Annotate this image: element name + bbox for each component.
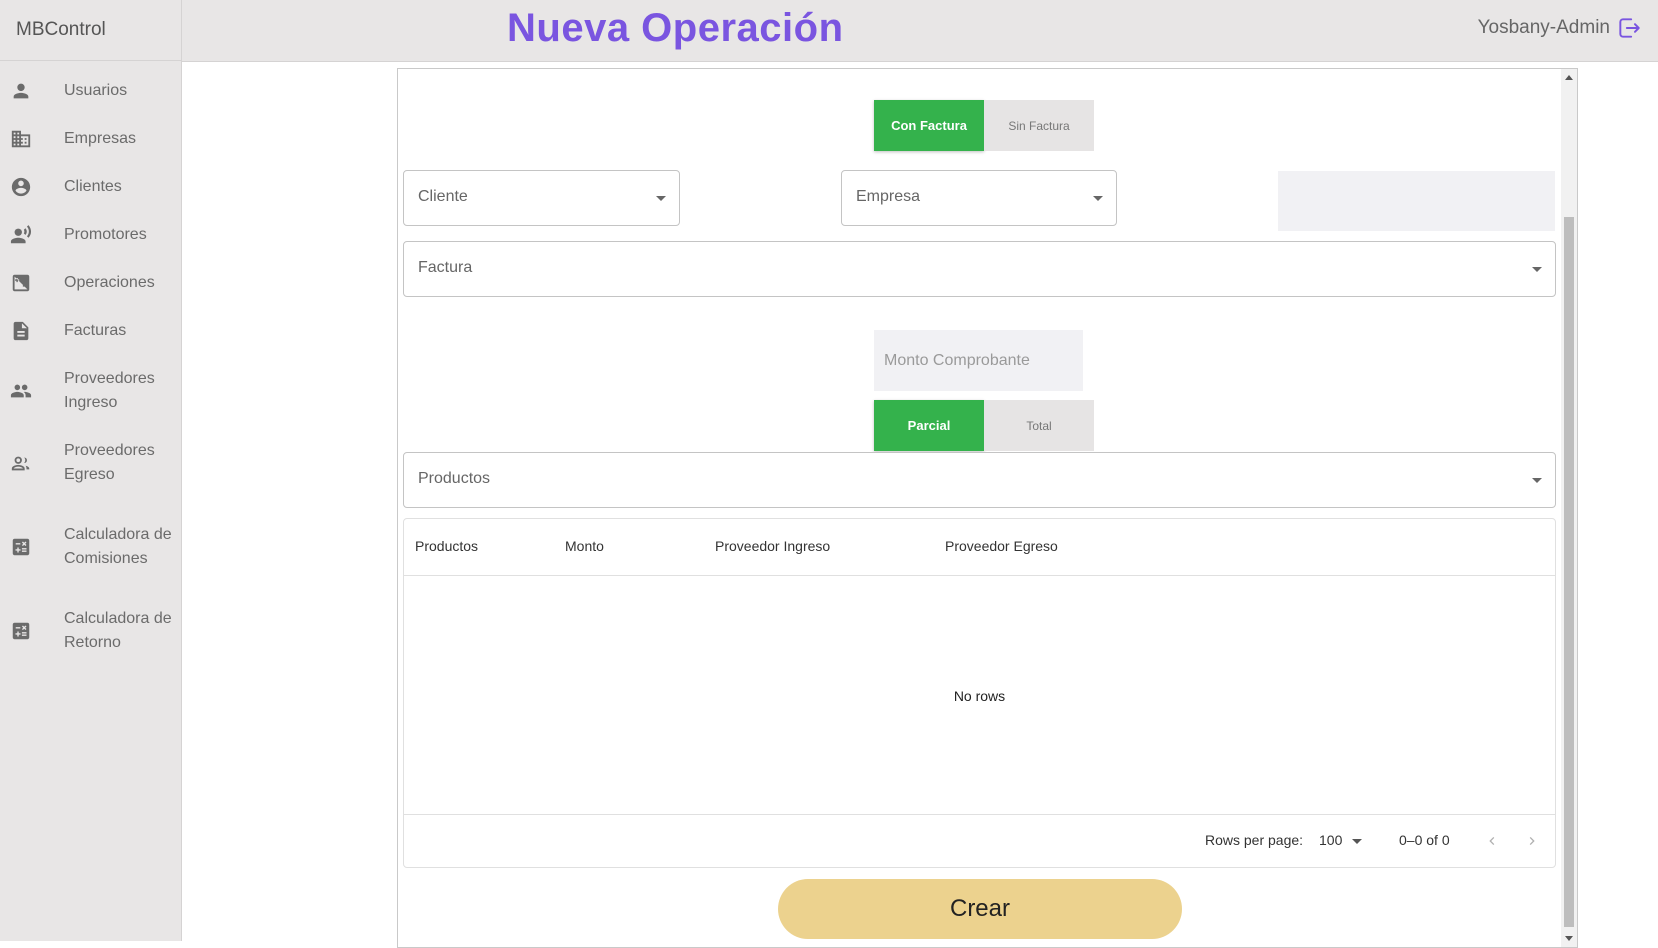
productos-select-label: Productos [418, 470, 491, 487]
sidebar-item-label: Proveedores Egreso [64, 442, 155, 483]
column-header-productos[interactable]: Productos [415, 538, 478, 554]
operation-form-panel: Con Factura Sin Factura Cliente Empresa … [397, 68, 1578, 948]
dropdown-arrow-icon [1532, 478, 1542, 483]
table-header: Productos Monto Proveedor Ingreso Provee… [404, 519, 1555, 576]
group-outline-icon [10, 452, 32, 474]
rows-per-page-label: Rows per page: [1205, 832, 1304, 848]
scroll-up-arrow-icon[interactable] [1565, 75, 1573, 80]
table-pagination: Rows per page: 100 0–0 of 0 [404, 814, 1555, 867]
user-name: Yosbany-Admin [1477, 17, 1610, 38]
sidebar-item-label: Proveedores Ingreso [64, 370, 155, 411]
scroll-down-arrow-icon[interactable] [1565, 936, 1573, 941]
sidebar-item-empresas[interactable]: Empresas [0, 115, 181, 163]
monto-comprobante-input[interactable] [874, 330, 1083, 391]
factura-select-label: Factura [418, 259, 473, 276]
sidebar-item-proveedores-egreso[interactable]: Proveedores Egreso [0, 427, 181, 499]
total-option[interactable]: Total [984, 400, 1094, 451]
sidebar-item-label: Promotores [64, 226, 147, 243]
empresa-select[interactable]: Empresa [841, 170, 1117, 226]
create-button[interactable]: Crear [778, 879, 1182, 939]
sidebar-item-label: Clientes [64, 178, 122, 195]
sidebar-item-label: Empresas [64, 130, 137, 147]
factura-select[interactable]: Factura [403, 241, 1556, 297]
document-icon [10, 320, 32, 342]
dropdown-arrow-icon [656, 196, 666, 201]
column-header-proveedor-ingreso[interactable]: Proveedor Ingreso [715, 538, 830, 554]
cliente-select-label: Cliente [418, 188, 468, 205]
tipo-toggle: Parcial Total [874, 400, 1094, 451]
blank-input-field[interactable] [1278, 171, 1555, 231]
sidebar-item-label: Operaciones [64, 274, 155, 291]
sidebar-item-operaciones[interactable]: Operaciones [0, 259, 181, 307]
sidebar-item-clientes[interactable]: Clientes [0, 163, 181, 211]
parcial-option[interactable]: Parcial [874, 400, 984, 451]
top-bar: Nueva Operación Yosbany-Admin [182, 0, 1658, 62]
empty-table-message: No rows [953, 688, 1006, 704]
sidebar-item-calculadora-comisiones[interactable]: Calculadora de Comisiones [0, 499, 181, 595]
dropdown-arrow-icon [1093, 196, 1103, 201]
account-circle-icon [10, 176, 32, 198]
sin-factura-option[interactable]: Sin Factura [984, 100, 1094, 151]
person-icon [10, 80, 32, 102]
sidebar-item-proveedores-ingreso[interactable]: Proveedores Ingreso [0, 355, 181, 427]
sidebar-item-label: Facturas [64, 322, 127, 339]
dropdown-arrow-icon [1532, 267, 1542, 272]
sidebar-item-label: Calculadora de Retorno [64, 610, 172, 651]
sidebar-item-label: Usuarios [64, 82, 128, 99]
vertical-scrollbar[interactable] [1561, 69, 1577, 947]
productos-select[interactable]: Productos [403, 452, 1556, 508]
user-menu[interactable]: Yosbany-Admin [1478, 15, 1642, 41]
factura-toggle: Con Factura Sin Factura [874, 100, 1094, 151]
sidebar-item-facturas[interactable]: Facturas [0, 307, 181, 355]
logout-icon[interactable] [1616, 15, 1642, 41]
calculator-icon [10, 620, 32, 642]
record-voice-icon [10, 224, 32, 246]
sidebar-item-usuarios[interactable]: Usuarios [0, 67, 181, 115]
sidebar-nav: Usuarios Empresas Clientes Promotores Op… [0, 61, 181, 667]
previous-page-icon[interactable] [1484, 833, 1500, 849]
group-icon [10, 380, 32, 402]
column-header-proveedor-egreso[interactable]: Proveedor Egreso [945, 538, 1058, 554]
scroll-thumb[interactable] [1564, 217, 1574, 927]
brand-logo[interactable]: MBControl [0, 0, 181, 61]
sidebar: MBControl Usuarios Empresas Clientes Pro… [0, 0, 182, 941]
pagination-range: 0–0 of 0 [1399, 832, 1450, 848]
cliente-select[interactable]: Cliente [403, 170, 680, 226]
rows-per-page-select[interactable]: 100 [1319, 832, 1342, 848]
column-header-monto[interactable]: Monto [565, 538, 604, 554]
sidebar-item-promotores[interactable]: Promotores [0, 211, 181, 259]
empresa-select-label: Empresa [856, 188, 921, 205]
con-factura-option[interactable]: Con Factura [874, 100, 984, 151]
sidebar-item-calculadora-retorno[interactable]: Calculadora de Retorno [0, 595, 181, 667]
next-page-icon[interactable] [1524, 833, 1540, 849]
building-icon [10, 128, 32, 150]
productos-table: Productos Monto Proveedor Ingreso Provee… [403, 518, 1556, 868]
page-title: Nueva Operación [507, 6, 844, 50]
exposure-icon [10, 272, 32, 294]
rows-per-page-arrow-icon[interactable] [1352, 839, 1362, 844]
sidebar-item-label: Calculadora de Comisiones [64, 526, 172, 567]
calculator-icon [10, 536, 32, 558]
